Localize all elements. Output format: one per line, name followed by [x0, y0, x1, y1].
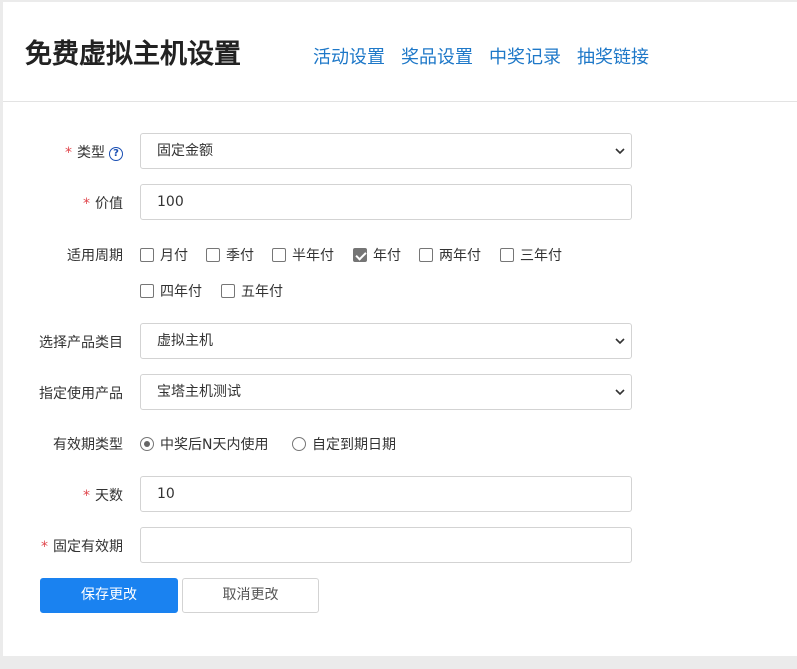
- required-mark: *: [83, 196, 90, 212]
- validity-option-custom-date[interactable]: 自定到期日期: [292, 434, 396, 454]
- settings-card: 免费虚拟主机设置 活动设置 奖品设置 中奖记录 抽奖链接 * 类型? 固定金额 *…: [3, 2, 797, 656]
- checkbox-label: 四年付: [160, 284, 202, 300]
- checkbox[interactable]: [140, 284, 154, 298]
- category-select-value: 虚拟主机: [157, 333, 213, 349]
- validity-type-label: 有效期类型: [53, 437, 123, 453]
- page-header: 免费虚拟主机设置 活动设置 奖品设置 中奖记录 抽奖链接: [3, 2, 797, 102]
- checkbox-label: 月付: [160, 248, 188, 264]
- radio-label: 自定到期日期: [312, 437, 396, 453]
- checkbox[interactable]: [272, 248, 286, 262]
- type-select-value: 固定金额: [157, 143, 213, 159]
- checkbox-label: 年付: [373, 248, 401, 264]
- days-input[interactable]: 10: [140, 476, 632, 512]
- type-select[interactable]: 固定金额: [140, 133, 632, 169]
- cancel-button[interactable]: 取消更改: [182, 578, 319, 613]
- type-label: * 类型?: [3, 142, 123, 162]
- checkbox[interactable]: [206, 248, 220, 262]
- checkbox[interactable]: [140, 248, 154, 262]
- help-icon[interactable]: ?: [109, 147, 123, 161]
- radio-checked[interactable]: [140, 437, 154, 451]
- category-select[interactable]: 虚拟主机: [140, 323, 632, 359]
- nav-activity-settings[interactable]: 活动设置: [313, 43, 385, 69]
- period-option-monthly[interactable]: 月付: [140, 245, 188, 265]
- save-button[interactable]: 保存更改: [40, 578, 178, 613]
- value-input[interactable]: 100: [140, 184, 632, 220]
- chevron-down-icon: [615, 389, 625, 396]
- page-title: 免费虚拟主机设置: [25, 39, 241, 70]
- checkbox-label: 五年付: [241, 284, 283, 300]
- period-option-half-year[interactable]: 半年付: [272, 245, 334, 265]
- product-label: 指定使用产品: [39, 386, 123, 402]
- checkbox-label: 两年付: [439, 248, 481, 264]
- period-option-quarterly[interactable]: 季付: [206, 245, 254, 265]
- period-option-yearly[interactable]: 年付: [353, 245, 401, 265]
- chevron-down-icon: [615, 338, 625, 345]
- validity-option-n-days[interactable]: 中奖后N天内使用: [140, 434, 268, 454]
- fixed-expiry-input[interactable]: [140, 527, 632, 563]
- checkbox[interactable]: [419, 248, 433, 262]
- checkbox-label: 季付: [226, 248, 254, 264]
- days-label-text: 天数: [95, 488, 123, 504]
- required-mark: *: [83, 488, 90, 504]
- period-option-four-year[interactable]: 四年付: [140, 281, 202, 301]
- period-option-two-year[interactable]: 两年付: [419, 245, 481, 265]
- checkbox-label: 三年付: [520, 248, 562, 264]
- days-label: * 天数: [3, 485, 123, 505]
- fixed-expiry-label: * 固定有效期: [3, 536, 123, 556]
- product-select[interactable]: 宝塔主机测试: [140, 374, 632, 410]
- checkbox-checked[interactable]: [353, 248, 367, 262]
- checkbox[interactable]: [500, 248, 514, 262]
- period-option-five-year[interactable]: 五年付: [221, 281, 283, 301]
- checkbox[interactable]: [221, 284, 235, 298]
- product-select-value: 宝塔主机测试: [157, 384, 241, 400]
- fixed-expiry-label-text: 固定有效期: [53, 539, 123, 555]
- checkbox-label: 半年付: [292, 248, 334, 264]
- nav-winning-records[interactable]: 中奖记录: [489, 43, 561, 69]
- nav-lottery-link[interactable]: 抽奖链接: [577, 43, 649, 69]
- required-mark: *: [41, 539, 48, 555]
- radio[interactable]: [292, 437, 306, 451]
- category-label: 选择产品类目: [39, 335, 123, 351]
- value-label: * 价值: [3, 193, 123, 213]
- radio-label: 中奖后N天内使用: [160, 437, 269, 453]
- nav-prize-settings[interactable]: 奖品设置: [401, 43, 473, 69]
- chevron-down-icon: [615, 148, 625, 155]
- required-mark: *: [65, 145, 72, 161]
- value-label-text: 价值: [95, 196, 123, 212]
- top-nav: 活动设置 奖品设置 中奖记录 抽奖链接: [313, 43, 649, 69]
- period-label: 适用周期: [67, 248, 123, 264]
- type-label-text: 类型: [77, 145, 105, 161]
- period-option-three-year[interactable]: 三年付: [500, 245, 562, 265]
